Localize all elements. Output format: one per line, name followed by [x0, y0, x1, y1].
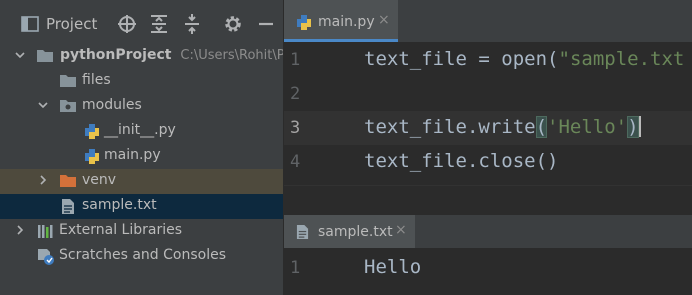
python-file-icon [297, 15, 311, 30]
excluded-folder-icon [60, 175, 76, 187]
code-line-4: text_file.close() [364, 150, 558, 172]
tree-item-label: External Libraries [59, 222, 182, 238]
folder-icon [60, 75, 76, 87]
text-caret [638, 116, 641, 137]
gear-icon[interactable] [222, 14, 244, 34]
tab-sample-txt[interactable]: sample.txt × [284, 215, 415, 248]
tree-item-label: modules [82, 97, 142, 113]
expand-all-icon[interactable] [148, 14, 170, 34]
tree-item-venv[interactable]: venv [0, 169, 283, 194]
line-number: 1 [290, 50, 301, 70]
line-number: 3 [290, 118, 301, 138]
project-path: C:\Users\Rohit\Pyc [180, 48, 300, 63]
project-panel-title[interactable]: Project [46, 15, 97, 33]
locate-icon[interactable] [116, 14, 138, 34]
close-icon[interactable]: × [378, 12, 390, 28]
tree-item-label: files [82, 72, 111, 88]
editor-sample-txt[interactable]: sample.txt × 1 Hello [284, 215, 692, 295]
code-line-1: Hello [364, 256, 421, 278]
tab-label: sample.txt [318, 224, 393, 240]
text-file-icon [296, 225, 309, 239]
code-line-3: text_file.write('Hello') [364, 116, 641, 138]
code-string: "sample.txt [558, 48, 685, 70]
code-paren: ( [547, 48, 559, 70]
editor-tab-bar: sample.txt × [284, 215, 692, 248]
code-function: open [501, 48, 548, 70]
minimize-icon[interactable] [255, 14, 277, 34]
line-number: 4 [290, 152, 301, 172]
editor-main-py[interactable]: main.py × 1 2 3 4 text_file = open("samp… [284, 0, 692, 185]
editor-tab-bar: main.py × [284, 0, 692, 42]
project-panel-header: Project [0, 0, 283, 42]
tree-item-label: __init__.py [104, 122, 176, 138]
line-number-gutter: 1 [284, 248, 364, 295]
tree-item-main-py[interactable]: main.py [0, 144, 283, 169]
python-file-icon [85, 149, 99, 164]
matched-paren: ( [535, 116, 548, 138]
line-number-gutter: 1 2 3 4 [284, 42, 364, 185]
code-line-1: text_file = open("sample.txt [364, 48, 684, 70]
editor-split-divider[interactable] [284, 185, 692, 215]
tree-item-files[interactable]: files [0, 69, 283, 94]
tree-item-label: venv [82, 172, 117, 188]
folder-icon [37, 50, 53, 62]
tab-main-py[interactable]: main.py × [284, 0, 398, 42]
project-view-icon[interactable] [20, 14, 40, 34]
tree-item-label: sample.txt [82, 197, 157, 213]
close-icon[interactable]: × [395, 222, 407, 238]
scratches-icon [38, 249, 54, 265]
line-number: 1 [290, 258, 301, 278]
python-file-icon [85, 124, 99, 139]
code-text: text_file.close() [364, 150, 559, 172]
tree-item-pythonproject[interactable]: pythonProject C:\Users\Rohit\Pyc [0, 44, 299, 69]
chevron-down-icon[interactable] [37, 99, 49, 111]
package-folder-icon [60, 100, 76, 112]
code-area[interactable]: Hello [364, 248, 692, 295]
line-number: 2 [290, 84, 301, 104]
code-area[interactable]: text_file = open("sample.txt text_file.w… [364, 42, 692, 185]
tree-item-sample-txt[interactable]: sample.txt [0, 194, 283, 219]
text-file-icon [62, 199, 74, 214]
code-text: text_file.write [364, 116, 536, 138]
collapse-all-icon[interactable] [181, 14, 203, 34]
code-string: 'Hello' [547, 116, 628, 138]
tree-item-external-libraries[interactable]: External Libraries [0, 219, 283, 244]
tree-item-modules[interactable]: modules [0, 94, 283, 119]
library-icon [38, 225, 53, 238]
tab-label: main.py [318, 14, 375, 30]
tree-item-label: pythonProject [60, 47, 172, 63]
matched-paren: ) [627, 116, 639, 138]
chevron-down-icon[interactable] [14, 49, 26, 61]
tree-item-label: main.py [104, 147, 161, 163]
tree-item-scratches[interactable]: Scratches and Consoles [0, 244, 283, 269]
chevron-right-icon[interactable] [14, 224, 26, 236]
chevron-right-icon[interactable] [37, 174, 49, 186]
code-text: text_file = [364, 48, 502, 70]
tree-item-init-py[interactable]: __init__.py [0, 119, 283, 144]
tree-item-label: Scratches and Consoles [59, 247, 226, 263]
code-text: Hello [364, 256, 422, 278]
project-panel: Project pythonProject C:\Users\Rohit\Pyc… [0, 0, 299, 295]
